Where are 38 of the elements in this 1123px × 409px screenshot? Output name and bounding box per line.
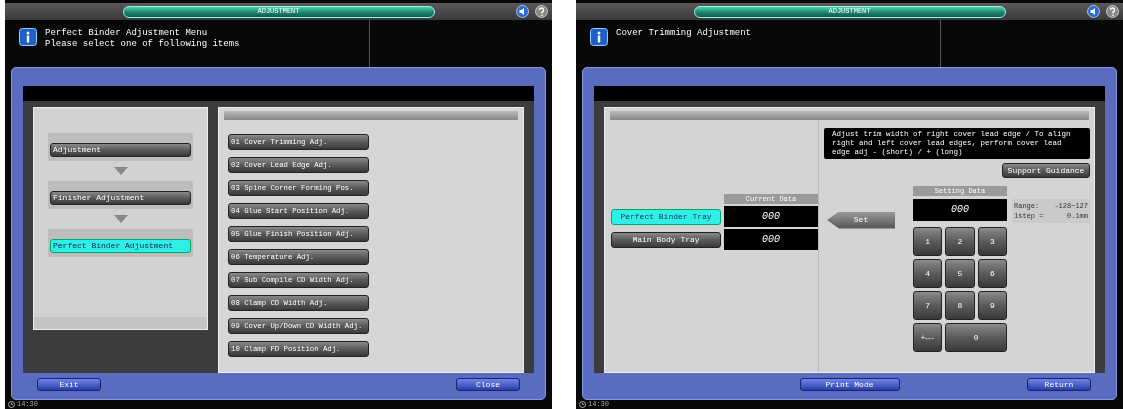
tray-button[interactable]: Perfect Binder Tray: [611, 208, 721, 225]
help-icon[interactable]: [535, 5, 548, 18]
down-triangle-icon: [113, 215, 128, 223]
footer-button[interactable]: Print Mode: [799, 378, 900, 391]
speaker-icon[interactable]: [1087, 5, 1100, 18]
keypad-key[interactable]: 5: [945, 259, 975, 288]
set-button[interactable]: Set: [827, 211, 895, 229]
keypad-key[interactable]: +↔-: [913, 323, 943, 352]
message-text: Cover Trimming Adjustment: [616, 28, 752, 39]
speaker-icon[interactable]: [516, 5, 529, 18]
tray-button[interactable]: Main Body Tray: [611, 231, 721, 248]
support-guidance-button[interactable]: Support Guidance: [1002, 163, 1090, 178]
keypad-key[interactable]: 3: [977, 227, 1007, 256]
keypad-key[interactable]: 4: [913, 259, 943, 288]
keypad-key[interactable]: 2: [945, 227, 975, 256]
info-icon: [19, 28, 37, 46]
keypad-key[interactable]: 6: [977, 259, 1007, 288]
down-triangle-icon: [113, 167, 128, 175]
info-icon: [590, 28, 608, 46]
help-icon[interactable]: [1106, 5, 1119, 18]
current-value: 000: [724, 206, 818, 227]
breadcrumb-button[interactable]: Finisher Adjustment: [50, 191, 191, 205]
current-value: 000: [724, 229, 818, 250]
keypad-key[interactable]: 1: [913, 227, 943, 256]
keypad-key[interactable]: 7: [913, 291, 943, 320]
footer-button[interactable]: Return: [1027, 378, 1091, 391]
message-text: Perfect Binder Adjustment Menu: [45, 28, 209, 39]
footer-button[interactable]: Close: [456, 378, 520, 391]
keypad-key[interactable]: 8: [945, 291, 975, 320]
message-text: Please select one of following items: [45, 39, 240, 50]
keypad-key[interactable]: 9: [977, 291, 1007, 320]
clock-icon: [579, 401, 586, 408]
breadcrumb-button[interactable]: Perfect Binder Adjustment: [50, 239, 191, 253]
breadcrumb-button[interactable]: Adjustment: [50, 143, 191, 157]
setting-value-display[interactable]: 000: [913, 199, 1007, 221]
clock-icon: [8, 401, 15, 408]
keypad-key[interactable]: 0: [945, 323, 1007, 352]
footer-button[interactable]: Exit: [37, 378, 101, 391]
